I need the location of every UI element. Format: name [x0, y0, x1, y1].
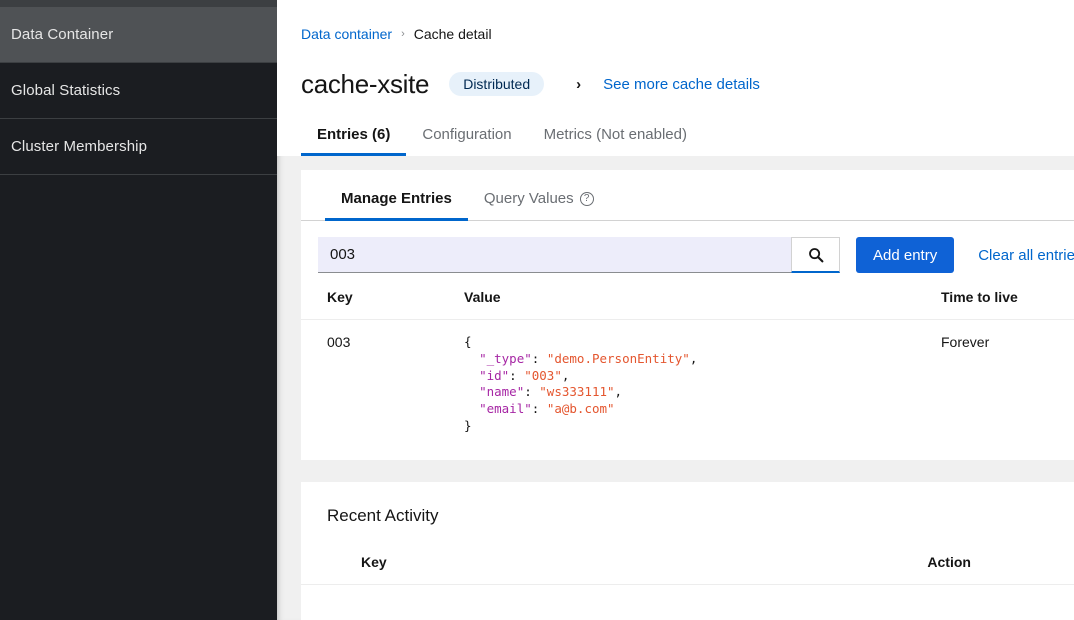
entries-table: Key Value Time to live 003 { "_type": "de…: [301, 289, 1074, 453]
entries-card: Manage Entries Query Values ? 003 Add en…: [301, 170, 1074, 460]
table-header-row: Key Value Time to live: [301, 289, 1074, 320]
recent-activity-title: Recent Activity: [327, 506, 439, 525]
column-header-key: Key: [301, 289, 464, 320]
column-header-action: Action: [927, 554, 1074, 585]
cell-value: { "_type": "demo.PersonEntity", "id": "0…: [464, 320, 941, 453]
column-header-time-to-live: Time to live: [941, 289, 1074, 320]
tab-query-values[interactable]: Query Values ?: [468, 182, 610, 220]
search-input[interactable]: [318, 237, 791, 273]
secondary-tabs: Manage Entries Query Values ?: [301, 170, 1074, 221]
cache-type-badge: Distributed: [449, 72, 545, 96]
column-header-key: Key: [301, 554, 928, 585]
add-entry-button[interactable]: Add entry: [856, 237, 955, 273]
entries-table-body: 003 { "_type": "demo.PersonEntity", "id":…: [301, 320, 1074, 453]
clear-all-entries-button[interactable]: Clear all entries: [978, 247, 1074, 264]
chevron-right-icon: ›: [576, 75, 582, 93]
entries-toolbar: Add entry Clear all entries: [301, 221, 1074, 289]
cell-time-to-live: Forever: [941, 334, 990, 350]
sidebar-item-cluster-membership[interactable]: Cluster Membership: [0, 119, 277, 175]
tab-entries[interactable]: Entries (6): [301, 126, 407, 156]
column-header-value: Value: [464, 289, 941, 320]
main-content: Data container › Cache detail cache-xsit…: [277, 0, 1074, 620]
see-more-cache-details-link[interactable]: See more cache details: [603, 76, 760, 93]
tab-label: Manage Entries: [341, 190, 452, 207]
search-icon: [808, 247, 823, 262]
breadcrumb-current: Cache detail: [413, 26, 492, 42]
tab-configuration[interactable]: Configuration: [406, 126, 527, 156]
breadcrumb-link-data-container[interactable]: Data container: [301, 26, 392, 42]
recent-activity-table: Key Action: [301, 554, 1074, 585]
tab-metrics[interactable]: Metrics (Not enabled): [528, 126, 703, 156]
sidebar-item-label: Data Container: [11, 26, 114, 43]
table-header-row: Key Action: [301, 554, 1074, 585]
cell-key: 003: [327, 334, 351, 350]
help-circle-icon[interactable]: ?: [579, 191, 594, 206]
tab-label: Entries (6): [317, 126, 391, 143]
breadcrumb-separator-icon: ›: [401, 28, 405, 40]
sidebar-item-label: Cluster Membership: [11, 138, 148, 155]
search-button[interactable]: [791, 237, 840, 273]
json-value: { "_type": "demo.PersonEntity", "id": "0…: [464, 334, 698, 433]
table-row[interactable]: 003 { "_type": "demo.PersonEntity", "id":…: [301, 320, 1074, 453]
sidebar-item-label: Global Statistics: [11, 82, 121, 99]
tab-label: Configuration: [422, 126, 512, 143]
primary-tabs: Entries (6) Configuration Metrics (Not e…: [301, 126, 1074, 156]
tab-label: Metrics (Not enabled): [543, 126, 687, 143]
recent-activity-card: Recent Activity Key Action: [301, 482, 1074, 620]
page-header: Data container › Cache detail cache-xsit…: [277, 0, 1074, 156]
tab-manage-entries[interactable]: Manage Entries: [325, 182, 468, 221]
search-group: [318, 237, 840, 273]
sidebar-item-global-statistics[interactable]: Global Statistics: [0, 63, 277, 119]
tab-label: Query Values: [483, 190, 574, 207]
title-row: cache-xsite Distributed › See more cache…: [301, 66, 1074, 102]
breadcrumb: Data container › Cache detail: [301, 24, 1074, 44]
sidebar-item-data-container[interactable]: Data Container: [0, 7, 277, 63]
page-title: cache-xsite: [301, 68, 430, 99]
app-root: Data Container Global Statistics Cluster…: [0, 0, 1074, 620]
sidebar: Data Container Global Statistics Cluster…: [0, 0, 277, 620]
